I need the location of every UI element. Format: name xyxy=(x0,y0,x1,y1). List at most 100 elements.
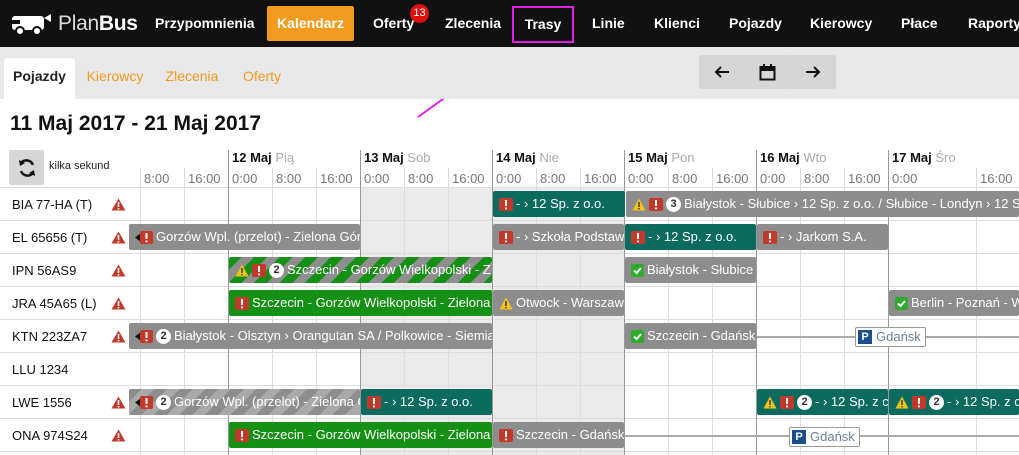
time-label: 16:00 xyxy=(848,171,881,186)
trip-bar[interactable]: 2- › 12 Sp. z c xyxy=(889,389,1019,415)
trip-bar[interactable]: Szczecin - Gdańsk xyxy=(625,323,756,349)
parking-marker[interactable]: P Gdańsk xyxy=(855,327,926,347)
time-label: 0:00 xyxy=(496,171,522,186)
vehicle-warning xyxy=(111,330,126,348)
trip-label: - › 12 Sp. z c xyxy=(947,394,1019,409)
trip-bar[interactable]: Białystok - Słubice xyxy=(625,257,756,283)
vehicle-label[interactable]: IPN 56AS9 xyxy=(12,263,76,278)
refresh-button[interactable] xyxy=(9,150,44,185)
trip-bar[interactable]: 3 Białystok - Słubice › 12 Sp. z o.o. / S… xyxy=(626,191,1019,217)
trip-bar[interactable]: - › 12 Sp. z o.o. xyxy=(493,191,625,217)
arrow-left-icon xyxy=(714,66,729,78)
trip-label: - › Szkoła Podstaw xyxy=(516,229,624,244)
trip-count-badge: 2 xyxy=(156,394,171,410)
time-label: 8:00 xyxy=(408,171,434,186)
trip-bar[interactable]: - › Szkoła Podstaw xyxy=(493,224,624,250)
day-header: 13 Maj Sob xyxy=(364,150,431,165)
alert-icon xyxy=(499,197,513,211)
trip-bar[interactable]: Szczecin - Gdańsk xyxy=(493,422,624,448)
vehicle-label[interactable]: JRA 45A65 (L) xyxy=(12,296,97,311)
warning-icon xyxy=(895,396,909,408)
day-header: 15 Maj Pon xyxy=(628,150,695,165)
alert-icon xyxy=(912,395,926,409)
alert-icon xyxy=(499,230,513,244)
vehicle-label[interactable]: KTN 223ZA7 xyxy=(12,329,87,344)
trip-label: Białystok - Słubice xyxy=(647,262,754,277)
vehicle-label[interactable]: BIA 77-HA (T) xyxy=(12,197,92,212)
trip-bar[interactable]: 2 Białystok - Olsztyn › Orangutan SA / Po… xyxy=(129,323,492,349)
time-label: 0:00 xyxy=(232,171,258,186)
trip-count-badge: 2 xyxy=(797,394,812,410)
vehicle-label[interactable]: LLU 1234 xyxy=(12,362,68,377)
time-label: 16:00 xyxy=(452,171,485,186)
alert-icon xyxy=(252,263,266,277)
time-label: 8:00 xyxy=(540,171,566,186)
alert-icon xyxy=(649,197,663,211)
warning-triangle-icon xyxy=(111,231,126,244)
warning-icon xyxy=(235,264,249,276)
vehicle-warning xyxy=(111,198,126,216)
calendar-button[interactable] xyxy=(744,55,790,89)
time-label: 8:00 xyxy=(804,171,830,186)
warning-triangle-icon xyxy=(111,330,126,343)
vehicle-label[interactable]: EL 65656 (T) xyxy=(12,230,87,245)
parking-marker[interactable]: P Gdańsk xyxy=(789,427,860,447)
trip-bar[interactable]: Gorzów Wpl. (przelot) - Zielona Góra xyxy=(129,224,360,250)
time-label: 16:00 xyxy=(188,171,221,186)
next-range-button[interactable] xyxy=(790,55,836,89)
trip-bar[interactable]: Berlin - Poznań - W xyxy=(889,290,1019,316)
trip-label: Gorzów Wpl. (przelot) - Zielona Góra xyxy=(156,229,360,244)
trip-label: Białystok - Słubice › 12 Sp. z o.o. / Sł… xyxy=(684,196,1019,211)
trip-bar[interactable]: 2 Szczecin - Gorzów Wielkopolski - Z xyxy=(229,257,492,283)
trip-label: Szczecin - Gorzów Wielkopolski - Zielona xyxy=(252,295,491,310)
vehicle-label[interactable]: ONA 974S24 xyxy=(12,428,88,443)
check-icon xyxy=(631,263,644,277)
trip-count-badge: 3 xyxy=(666,196,681,212)
trip-bar[interactable]: Szczecin - Gorzów Wielkopolski - Zielona xyxy=(229,290,492,316)
prev-range-button[interactable] xyxy=(699,55,745,89)
vehicle-label[interactable]: LWE 1556 xyxy=(12,395,72,410)
trip-label: Szczecin - Gdańsk xyxy=(516,427,624,442)
time-label: 16:00 xyxy=(716,171,749,186)
alert-icon xyxy=(631,230,645,244)
subtab-zlecenia[interactable]: Zlecenia xyxy=(163,58,221,99)
trip-label: Szczecin - Gdańsk xyxy=(647,328,756,343)
warning-triangle-icon xyxy=(111,396,126,409)
alert-icon xyxy=(235,296,249,310)
trip-label: - › 12 Sp. z o.o. xyxy=(648,229,737,244)
time-label: 8:00 xyxy=(276,171,302,186)
warning-triangle-icon xyxy=(111,264,126,277)
trip-count-badge: 2 xyxy=(929,394,944,410)
warning-icon xyxy=(632,198,646,210)
time-label: 8:00 xyxy=(144,171,170,186)
time-label: 16:00 xyxy=(980,171,1013,186)
date-range-title: 11 Maj 2017 - 21 Maj 2017 xyxy=(10,112,262,135)
trip-bar[interactable]: - › Jarkom S.A. xyxy=(757,224,888,250)
trip-bar[interactable]: Szczecin - Gorzów Wielkopolski - Zielona xyxy=(229,422,492,448)
subtab-oferty[interactable]: Oferty xyxy=(237,58,287,99)
time-label: 0:00 xyxy=(892,171,918,186)
trip-bar[interactable]: Otwock - Warszaw xyxy=(493,290,624,316)
trip-label: Otwock - Warszaw xyxy=(516,295,624,310)
trip-bar[interactable]: 2- › 12 Sp. z c xyxy=(757,389,888,415)
grid-line xyxy=(0,418,1019,419)
vehicle-warning xyxy=(111,429,126,447)
vehicle-warning xyxy=(111,231,126,249)
continue-left-icon xyxy=(135,230,153,244)
trip-label: Białystok - Olsztyn › Orangutan SA / Pol… xyxy=(174,328,492,343)
parking-icon: P xyxy=(792,430,806,444)
subtab-pojazdy[interactable]: Pojazdy xyxy=(4,58,75,99)
trip-bar[interactable]: - › 12 Sp. z o.o. xyxy=(625,224,756,250)
day-header: 16 Maj Wto xyxy=(760,150,827,165)
warning-triangle-icon xyxy=(111,429,126,442)
trip-bar[interactable]: 2 Gorzów Wpl. (przelot) - Zielona G xyxy=(129,389,360,415)
trip-label: Berlin - Poznań - W xyxy=(911,295,1019,310)
warning-triangle-icon xyxy=(111,198,126,211)
alert-icon xyxy=(499,428,513,442)
refresh-icon xyxy=(18,158,35,177)
trip-bar[interactable]: - › 12 Sp. z o.o. xyxy=(361,389,492,415)
grid-line xyxy=(0,253,1019,254)
check-icon xyxy=(895,296,908,310)
subtab-kierowcy[interactable]: Kierowcy xyxy=(83,58,147,99)
vehicle-warning xyxy=(111,396,126,414)
